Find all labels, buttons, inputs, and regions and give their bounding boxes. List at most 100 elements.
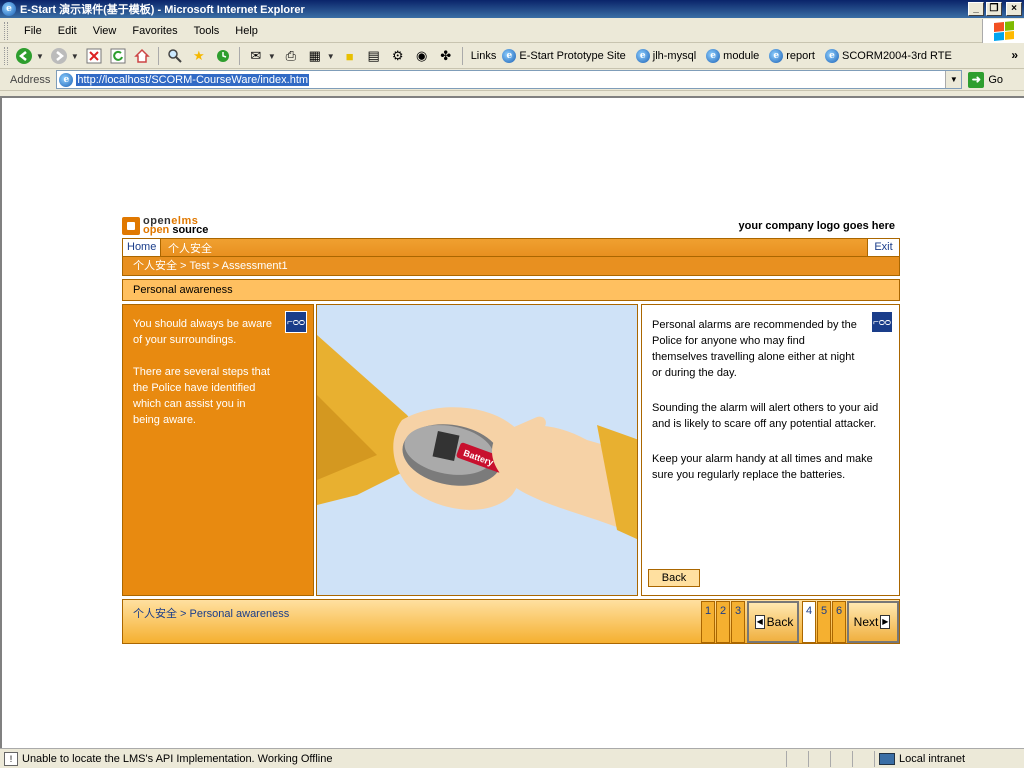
left-paragraph: There are several steps that the Police …: [133, 366, 270, 426]
messenger-icon[interactable]: ⚙: [388, 46, 408, 66]
address-url[interactable]: http://localhost/SCORM-CourseWare/index.…: [76, 73, 310, 86]
ie-page-icon: e: [825, 49, 839, 63]
forward-dropdown-icon[interactable]: ▼: [71, 52, 79, 61]
research-icon[interactable]: ▤: [364, 46, 384, 66]
illustration-panel: Battery: [316, 304, 638, 596]
favorites-star-icon[interactable]: ★: [189, 46, 209, 66]
close-button[interactable]: ×: [1006, 2, 1022, 16]
back-dropdown-icon[interactable]: ▼: [36, 52, 44, 61]
logo-word-open2: open: [143, 224, 170, 236]
page-link-2[interactable]: 2: [716, 601, 730, 643]
go-button[interactable]: ➜ Go: [968, 71, 1003, 88]
link-estart-prototype[interactable]: e E-Start Prototype Site: [502, 49, 626, 63]
right-paragraph: Sounding the alarm will alert others to …: [652, 402, 879, 430]
print-icon[interactable]: ⎙: [281, 46, 301, 66]
right-paragraph: Keep your alarm handy at all times and m…: [652, 453, 873, 481]
status-text: Unable to locate the LMS's API Implement…: [22, 752, 333, 765]
menu-bar: File Edit View Favorites Tools Help: [0, 19, 1024, 43]
links-label: Links: [470, 50, 497, 62]
link-scorm2004[interactable]: e SCORM2004-3rd RTE: [825, 49, 952, 63]
security-zone[interactable]: Local intranet: [874, 750, 1024, 767]
search-icon[interactable]: [165, 46, 185, 66]
link-jlh-mysql[interactable]: e jlh-mysql: [635, 49, 697, 63]
ie-page-icon: e: [59, 72, 74, 87]
ie-app-icon: e: [2, 2, 16, 16]
module-title: 个人安全: [168, 243, 212, 255]
toolbar: ▼ ▼ ★ ✉ ▼ ⎙ ▦ ▼ ■ ▤ ⚙ ◉ ✤ Links e E-Start…: [0, 44, 1024, 69]
address-input[interactable]: e http://localhost/SCORM-CourseWare/inde…: [56, 70, 963, 89]
ie-page-icon: e: [502, 49, 517, 63]
page-link-4-current[interactable]: 4: [802, 601, 816, 643]
bottom-nav-bar: 个人安全 > Personal awareness 1 2 3 ◀ Back 4 …: [122, 599, 900, 644]
more-links-chevron-icon[interactable]: »: [1011, 48, 1018, 62]
discuss-icon[interactable]: ■: [340, 46, 360, 66]
link-label: report: [786, 50, 815, 62]
page-link-6[interactable]: 6: [832, 601, 846, 643]
bottom-breadcrumb: 个人安全 > Personal awareness: [133, 608, 290, 620]
extension-icon[interactable]: ◉: [412, 46, 432, 66]
home-icon[interactable]: [132, 46, 152, 66]
menu-help[interactable]: Help: [227, 25, 266, 37]
address-label: Address: [10, 73, 51, 86]
status-pane: [852, 750, 874, 767]
windows-flag-icon: [993, 20, 1014, 42]
toolbar-separator: [238, 47, 240, 65]
menu-edit[interactable]: Edit: [50, 25, 85, 37]
home-button[interactable]: Home: [123, 239, 162, 256]
status-bar: ! Unable to locate the LMS's API Impleme…: [0, 748, 1024, 768]
intranet-icon: [879, 752, 895, 765]
back-nav-icon[interactable]: [14, 46, 34, 66]
link-report[interactable]: e report: [769, 49, 815, 63]
page-link-1[interactable]: 1: [701, 601, 715, 643]
next-arrow-icon: ▶: [880, 615, 891, 629]
course-frame: openelms open source your company logo g…: [122, 216, 900, 644]
glasses-icon[interactable]: ⌐ᴑᴑ: [871, 311, 893, 333]
forward-nav-icon[interactable]: [49, 46, 69, 66]
menu-view[interactable]: View: [85, 25, 125, 37]
panel-back-button[interactable]: Back: [648, 569, 700, 587]
history-icon[interactable]: [213, 46, 233, 66]
exit-button[interactable]: Exit: [867, 239, 899, 256]
windows-logo: [982, 19, 1024, 43]
link-module[interactable]: e module: [706, 49, 759, 63]
back-arrow-icon: ◀: [754, 615, 765, 629]
restore-button[interactable]: ❐: [986, 2, 1002, 16]
company-logo-placeholder: your company logo goes here: [738, 220, 895, 232]
mail-dropdown-icon[interactable]: ▼: [268, 52, 276, 61]
address-dropdown-icon[interactable]: ▼: [945, 71, 962, 88]
ie-page-icon: e: [706, 49, 721, 63]
back-button[interactable]: ◀ Back: [747, 601, 799, 643]
next-button[interactable]: Next ▶: [847, 601, 899, 643]
openelms-logo: openelms open source: [122, 216, 208, 236]
link-label: jlh-mysql: [652, 50, 697, 62]
link-label: E-Start Prototype Site: [519, 50, 626, 62]
zone-label: Local intranet: [899, 752, 966, 765]
stop-icon[interactable]: [84, 46, 104, 66]
minimize-button[interactable]: _: [968, 2, 984, 16]
warning-page-icon[interactable]: !: [4, 751, 18, 766]
menu-favorites[interactable]: Favorites: [124, 25, 185, 37]
logo-word-source: source: [172, 224, 209, 236]
ie-page-icon: e: [769, 49, 784, 63]
breadcrumb: 个人安全 > Test > Assessment1: [122, 257, 900, 276]
menu-file[interactable]: File: [16, 25, 50, 37]
page-link-5[interactable]: 5: [817, 601, 831, 643]
page-link-3[interactable]: 3: [731, 601, 745, 643]
title-bar: e E-Start 演示课件(基于模板) - Microsoft Interne…: [0, 0, 1024, 18]
back-label: Back: [766, 615, 794, 629]
link-label: SCORM2004-3rd RTE: [842, 50, 952, 62]
toolbar-grip[interactable]: [4, 47, 8, 65]
status-pane: [786, 750, 808, 767]
edit-icon[interactable]: ▦: [305, 46, 325, 66]
glasses-icon[interactable]: ⌐ᴑᴑ: [285, 311, 307, 333]
left-paragraph: You should always be aware of your surro…: [133, 318, 273, 346]
mail-icon[interactable]: ✉: [246, 46, 266, 66]
left-info-panel: You should always be aware of your surro…: [122, 304, 314, 596]
next-label: Next: [853, 615, 879, 629]
ie-page-icon: e: [635, 49, 650, 63]
refresh-icon[interactable]: [108, 46, 128, 66]
edit-dropdown-icon[interactable]: ▼: [327, 52, 335, 61]
menu-tools[interactable]: Tools: [186, 25, 228, 37]
toolbar-grip[interactable]: [4, 21, 8, 40]
tool-icon[interactable]: ✤: [436, 46, 456, 66]
